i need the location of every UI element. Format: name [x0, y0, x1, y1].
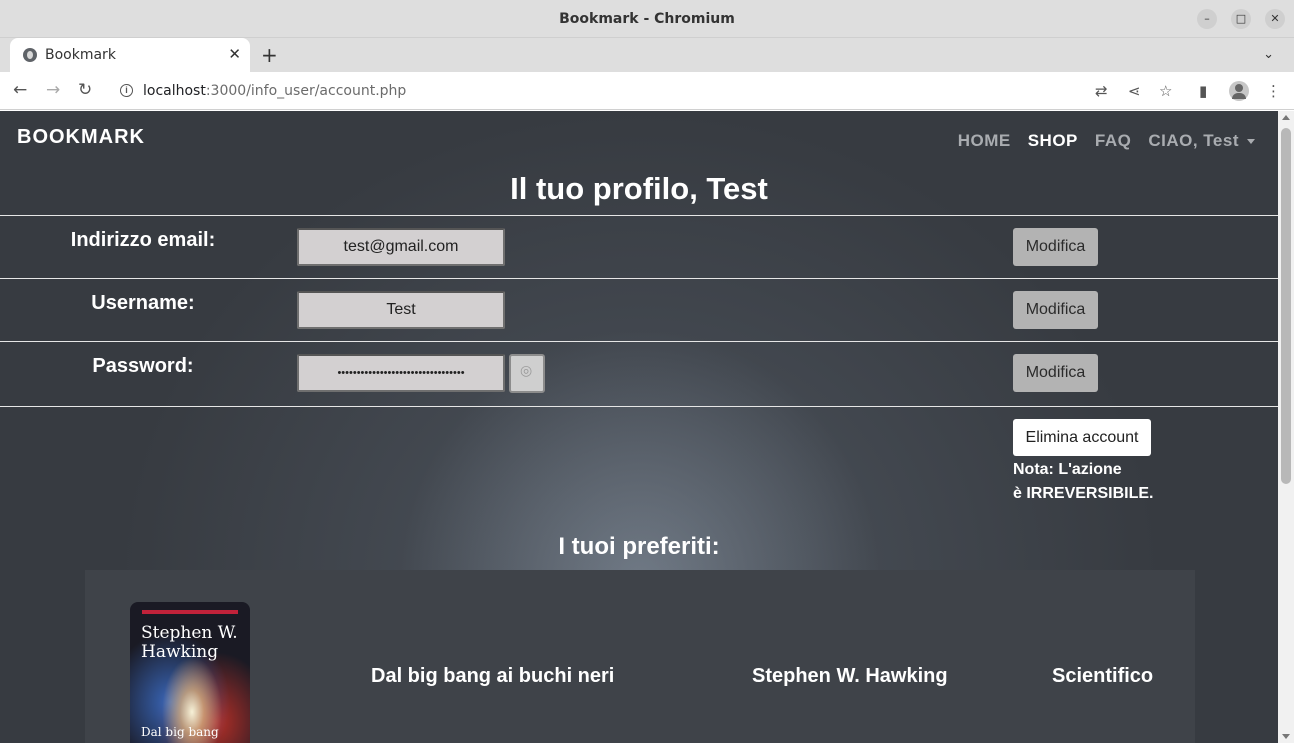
delete-account-button[interactable]: Elimina account: [1013, 419, 1151, 456]
favorite-title[interactable]: Dal big bang ai buchi neri: [371, 665, 614, 688]
eye-slash-icon: ◎: [520, 363, 533, 379]
address-bar[interactable]: i localhost:3000/info_user/account.php: [110, 76, 1186, 106]
page-title: Il tuo profilo, Test: [510, 171, 768, 206]
nav-user-label: CIAO, Test: [1148, 131, 1239, 150]
minimize-icon[interactable]: –: [1197, 9, 1217, 29]
book-cover[interactable]: Stephen W. Hawking Dal big bang: [130, 602, 250, 743]
window-title: Bookmark - Chromium: [559, 11, 735, 27]
site-info-icon[interactable]: i: [120, 84, 133, 97]
close-window-icon[interactable]: ✕: [1265, 9, 1285, 29]
username-row: Username: Test Modifica: [0, 278, 1278, 341]
globe-icon: [23, 48, 37, 62]
profile-avatar-icon[interactable]: [1229, 81, 1249, 101]
url-path: :3000/info_user/account.php: [205, 83, 407, 99]
side-panel-icon[interactable]: ▮: [1199, 82, 1207, 100]
share-icon[interactable]: ⋖: [1128, 82, 1141, 100]
password-row: Password: ••••••••••••••••••••••••••••••…: [0, 341, 1278, 404]
nav-faq[interactable]: FAQ: [1095, 131, 1131, 151]
favorite-author: Stephen W. Hawking: [752, 665, 948, 687]
nav-home[interactable]: HOME: [958, 131, 1011, 151]
page-scrollbar[interactable]: [1278, 111, 1294, 743]
delete-note: Nota: L'azione è IRREVERSIBILE.: [1013, 458, 1193, 506]
url-host: localhost: [143, 83, 206, 99]
url-text: localhost:3000/info_user/account.php: [143, 83, 406, 99]
translate-icon[interactable]: ⇄: [1095, 82, 1108, 100]
tab-bookmark[interactable]: Bookmark ✕: [10, 38, 250, 72]
password-field[interactable]: •••••••••••••••••••••••••••••••••: [297, 354, 505, 392]
browser-toolbar: ← → ↻ i localhost:3000/info_user/account…: [0, 72, 1294, 110]
maximize-icon[interactable]: □: [1231, 9, 1251, 29]
delete-note-line1: Nota: L'azione: [1013, 461, 1122, 478]
scroll-down-icon[interactable]: [1282, 734, 1290, 739]
edit-password-button[interactable]: Modifica: [1013, 354, 1098, 392]
star-icon[interactable]: ☆: [1159, 82, 1172, 100]
email-field[interactable]: test@gmail.com: [297, 228, 505, 266]
cover-author: Stephen W. Hawking: [141, 623, 238, 662]
edit-email-button[interactable]: Modifica: [1013, 228, 1098, 266]
favorites-title: I tuoi preferiti:: [558, 533, 720, 560]
email-label: Indirizzo email:: [70, 229, 216, 251]
username-label: Username:: [91, 292, 195, 314]
email-row: Indirizzo email: test@gmail.com Modifica: [0, 215, 1278, 278]
nav-user-menu[interactable]: CIAO, Test: [1148, 131, 1255, 151]
chevron-down-icon[interactable]: ⌄: [1263, 47, 1274, 62]
site-brand[interactable]: BOOKMARK: [17, 126, 145, 149]
tab-strip: Bookmark ✕ + ⌄: [0, 38, 1294, 72]
edit-username-button[interactable]: Modifica: [1013, 291, 1098, 329]
nav-shop[interactable]: SHOP: [1028, 131, 1078, 151]
cover-title: Dal big bang: [141, 725, 219, 739]
favorite-genre: Scientifico: [1052, 665, 1154, 687]
window-titlebar: Bookmark - Chromium – □ ✕: [0, 0, 1294, 38]
caret-down-icon: [1247, 139, 1255, 145]
back-icon[interactable]: ←: [13, 80, 27, 100]
cover-stripe: [142, 610, 238, 614]
close-tab-icon[interactable]: ✕: [228, 45, 241, 63]
forward-icon[interactable]: →: [46, 80, 60, 100]
divider: [0, 406, 1278, 407]
page-content: BOOKMARK HOME SHOP FAQ CIAO, Test Il tuo…: [0, 111, 1278, 743]
new-tab-icon[interactable]: +: [261, 43, 278, 67]
delete-note-line2: è IRREVERSIBILE.: [1013, 485, 1154, 502]
scroll-up-icon[interactable]: [1282, 115, 1290, 120]
scrollbar-thumb[interactable]: [1281, 128, 1291, 484]
menu-icon[interactable]: ⋮: [1266, 82, 1281, 100]
show-password-button[interactable]: ◎: [509, 354, 545, 393]
username-field[interactable]: Test: [297, 291, 505, 329]
reload-icon[interactable]: ↻: [78, 80, 92, 100]
site-nav: HOME SHOP FAQ CIAO, Test: [941, 131, 1255, 151]
favorites-list: Stephen W. Hawking Dal big bang Dal big …: [85, 570, 1195, 743]
tab-label: Bookmark: [45, 47, 116, 63]
password-label: Password:: [92, 355, 194, 377]
